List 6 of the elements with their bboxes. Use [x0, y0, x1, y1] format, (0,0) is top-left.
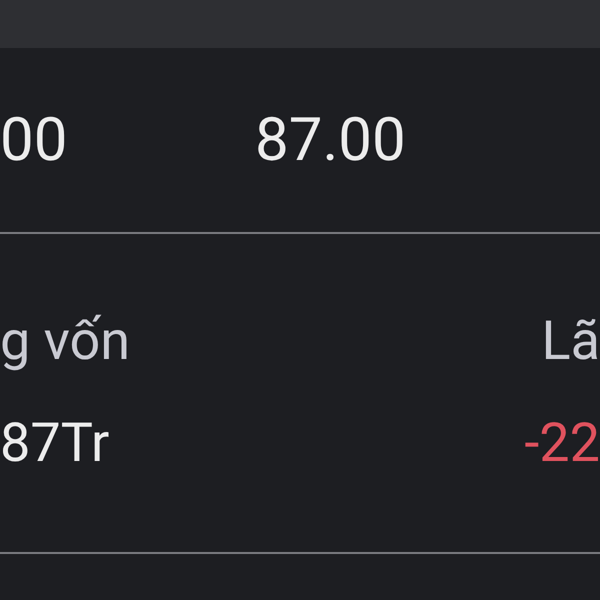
summary-value: -22 [524, 417, 600, 471]
price-value: 87.00 [255, 110, 406, 170]
summary-value: 87Tr [0, 417, 110, 471]
column-label: Lã [542, 315, 600, 369]
column-label: g vốn [0, 315, 130, 369]
price-value: 00 [0, 110, 68, 170]
